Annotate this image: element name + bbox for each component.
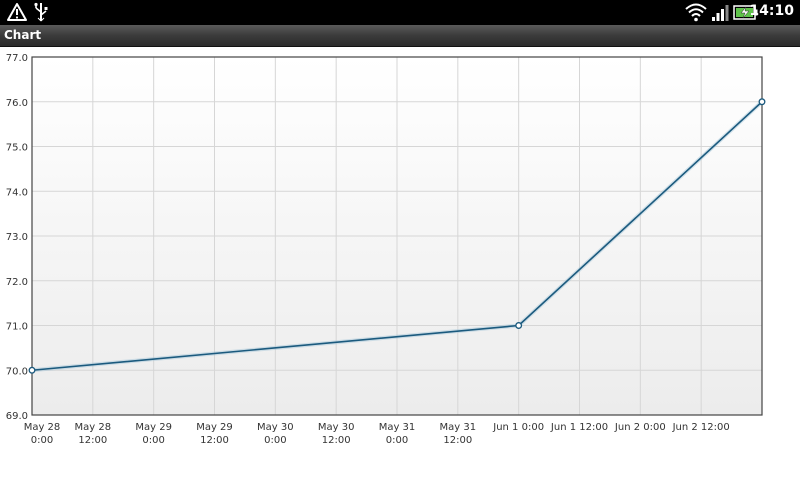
x-tick-label: May 30	[318, 422, 355, 433]
x-tick-label: May 30	[257, 422, 294, 433]
x-tick-label: Jun 2 12:00	[672, 422, 730, 433]
warning-icon[interactable]	[6, 0, 28, 25]
x-tick-label: 12:00	[78, 435, 107, 446]
y-tick-label: 73.0	[6, 232, 28, 243]
data-point	[28, 366, 36, 374]
x-tick-label: 12:00	[443, 435, 472, 446]
x-tick-label: Jun 2 0:00	[614, 422, 666, 433]
x-tick-label: 0:00	[142, 435, 164, 446]
x-tick-label: 12:00	[322, 435, 351, 446]
app-title: Chart	[4, 28, 42, 42]
usb-icon[interactable]	[32, 0, 50, 25]
y-tick-label: 69.0	[6, 411, 28, 422]
y-tick-label: 72.0	[6, 277, 28, 288]
x-tick-label: May 31	[440, 422, 477, 433]
x-tick-label: May 28	[75, 422, 112, 433]
chart-container: 69.0 70.0 71.0 72.0 73.0 74.0 75.0 76.0 77.0 May…	[0, 46, 800, 480]
y-tick-label: 75.0	[6, 143, 28, 154]
data-point	[758, 98, 766, 106]
status-time: 14:10	[749, 3, 794, 19]
x-tick-label: May 29	[135, 422, 172, 433]
status-bar: 14:10	[0, 0, 800, 25]
y-tick-label: 74.0	[6, 187, 28, 198]
signal-icon	[712, 5, 729, 21]
x-tick-label: Jun 1 12:00	[550, 422, 608, 433]
x-axis-ticks: May 28 0:00 May 28 12:00 May 29 0:00 May 29 12:…	[24, 422, 730, 446]
x-tick-label: May 28	[24, 422, 61, 433]
x-tick-label: 0:00	[386, 435, 408, 446]
x-tick-label: 0:00	[264, 435, 286, 446]
y-tick-label: 76.0	[6, 98, 28, 109]
y-axis-ticks: 69.0 70.0 71.0 72.0 73.0 74.0 75.0 76.0 77.0	[6, 53, 28, 422]
x-tick-label: May 29	[196, 422, 233, 433]
wifi-icon	[685, 3, 707, 22]
x-tick-label: Jun 1 0:00	[492, 422, 544, 433]
app-title-bar: Chart	[0, 25, 800, 47]
y-tick-label: 71.0	[6, 322, 28, 333]
y-tick-label: 77.0	[6, 53, 28, 64]
line-chart: 69.0 70.0 71.0 72.0 73.0 74.0 75.0 76.0 77.0 May…	[6, 53, 766, 446]
x-tick-label: 0:00	[31, 435, 53, 446]
data-point	[515, 322, 523, 329]
x-tick-label: 12:00	[200, 435, 229, 446]
y-tick-label: 70.0	[6, 366, 28, 377]
x-tick-label: May 31	[379, 422, 416, 433]
